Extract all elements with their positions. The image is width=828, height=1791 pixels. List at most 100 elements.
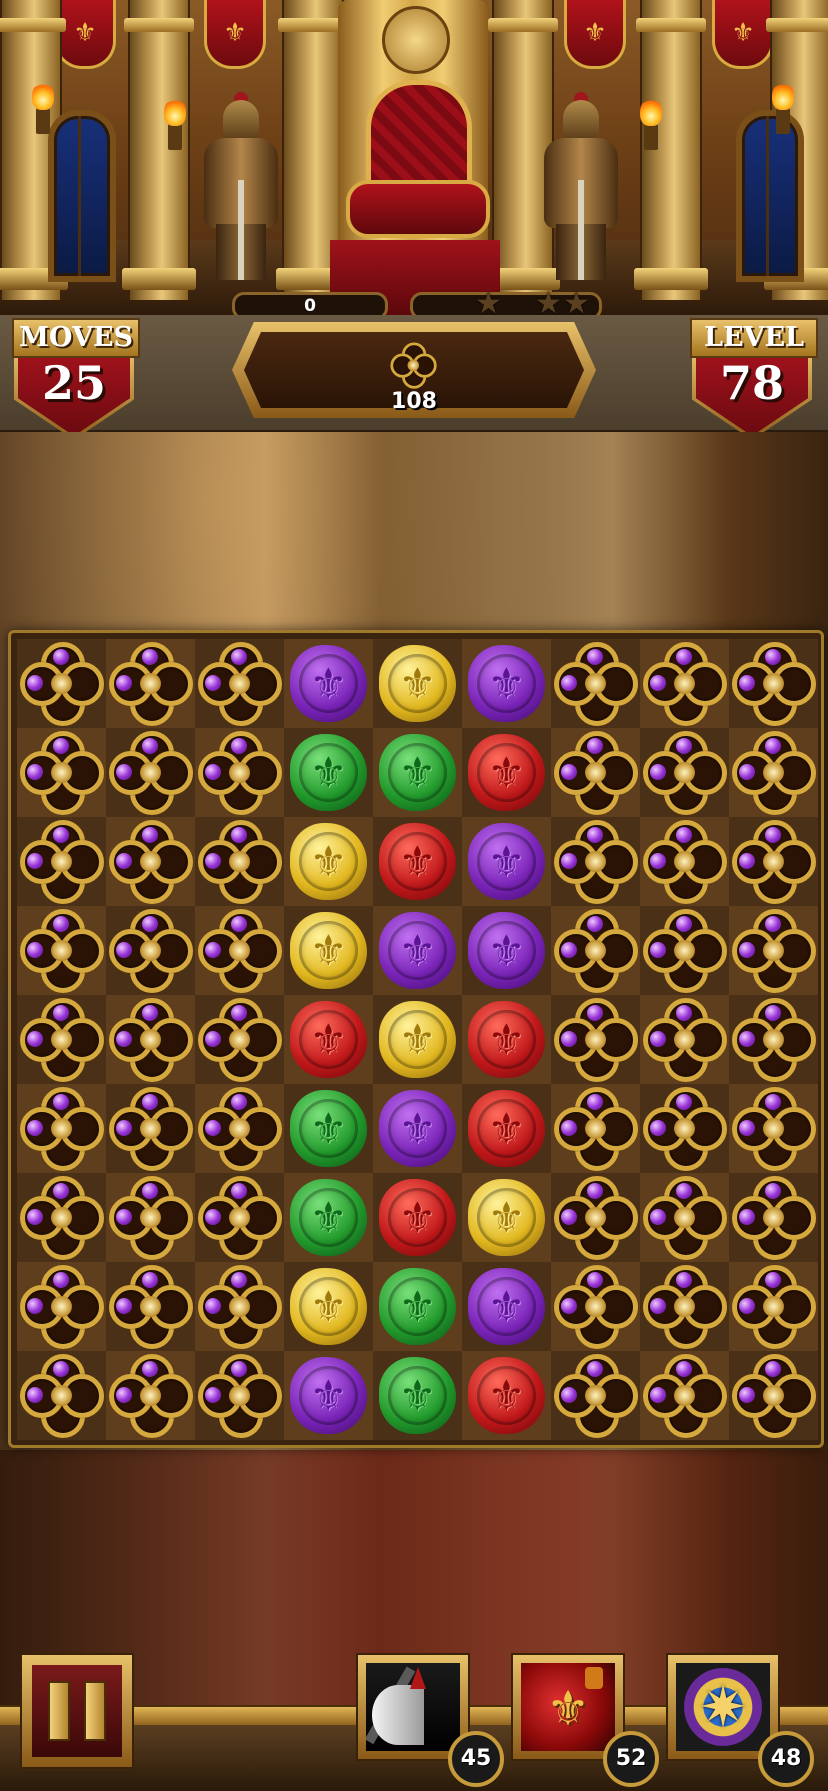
board-cell[interactable] (17, 728, 106, 817)
board-cell[interactable]: ⚜ (373, 1351, 462, 1440)
board-cell[interactable]: ⚜ (373, 906, 462, 995)
board-cell[interactable] (551, 1351, 640, 1440)
board-cell[interactable] (551, 1262, 640, 1351)
board-cell[interactable] (640, 995, 729, 1084)
board-cell[interactable] (729, 1262, 818, 1351)
board-cell[interactable] (106, 1351, 195, 1440)
gold-rosette-blocker-icon (109, 909, 193, 993)
board-cell[interactable]: ⚜ (462, 728, 551, 817)
gold-rosette-blocker-icon (643, 642, 727, 726)
board-cell[interactable] (640, 728, 729, 817)
board-cell[interactable]: ⚜ (462, 1262, 551, 1351)
green-seal-icon: ⚜ (290, 1090, 367, 1167)
board-cell[interactable]: ⚜ (373, 1173, 462, 1262)
board-cell[interactable] (729, 639, 818, 728)
board-cell[interactable]: ⚜ (373, 1262, 462, 1351)
board-cell[interactable] (17, 995, 106, 1084)
board-cell[interactable]: ⚜ (462, 995, 551, 1084)
board-cell[interactable] (17, 639, 106, 728)
board-cell[interactable] (729, 728, 818, 817)
board-cell[interactable] (17, 817, 106, 906)
board-cell[interactable]: ⚜ (373, 639, 462, 728)
board-cell[interactable]: ⚜ (462, 1351, 551, 1440)
board-cell[interactable] (106, 639, 195, 728)
board-cell[interactable] (729, 995, 818, 1084)
board-cell[interactable]: ⚜ (462, 817, 551, 906)
board-cell[interactable] (551, 728, 640, 817)
board-cell[interactable] (640, 906, 729, 995)
board-cell[interactable] (195, 1084, 284, 1173)
board-cell[interactable] (640, 1351, 729, 1440)
board-cell[interactable] (106, 1084, 195, 1173)
board-cell[interactable]: ⚜ (284, 995, 373, 1084)
board-cell[interactable] (17, 906, 106, 995)
board-cell[interactable] (551, 639, 640, 728)
board-cell[interactable] (640, 1173, 729, 1262)
gold-rosette-blocker-icon (109, 820, 193, 904)
board-cell[interactable]: ⚜ (284, 1262, 373, 1351)
board-cell[interactable] (195, 817, 284, 906)
board-cell[interactable] (640, 1262, 729, 1351)
board-cell[interactable]: ⚜ (462, 1173, 551, 1262)
green-seal-icon: ⚜ (290, 734, 367, 811)
board-cell[interactable] (17, 1084, 106, 1173)
board-cell[interactable] (729, 906, 818, 995)
board-cell[interactable] (195, 639, 284, 728)
board-cell[interactable] (106, 906, 195, 995)
board-cell[interactable]: ⚜ (373, 817, 462, 906)
board-cell[interactable]: ⚜ (284, 639, 373, 728)
board-cell[interactable] (106, 728, 195, 817)
board-cell[interactable] (551, 817, 640, 906)
board-cell[interactable] (640, 639, 729, 728)
board-cell[interactable] (106, 1262, 195, 1351)
star-icon: ★ (563, 286, 590, 316)
fleur-bomb-icon: ⚜ (521, 1663, 615, 1751)
gold-rosette-blocker-icon (732, 1265, 816, 1349)
board-cell[interactable]: ⚜ (284, 728, 373, 817)
board-cell[interactable]: ⚜ (462, 1084, 551, 1173)
board-cell[interactable]: ⚜ (284, 1351, 373, 1440)
board-cell[interactable] (195, 1351, 284, 1440)
board-cell[interactable] (106, 995, 195, 1084)
board-cell[interactable] (195, 995, 284, 1084)
gold-rosette-blocker-icon (198, 820, 282, 904)
board-cell[interactable] (729, 1351, 818, 1440)
board-cell[interactable]: ⚜ (373, 995, 462, 1084)
gold-rosette-blocker-icon (20, 642, 104, 726)
board-cell[interactable]: ⚜ (284, 906, 373, 995)
board-cell[interactable]: ⚜ (373, 1084, 462, 1173)
board-cell[interactable] (195, 728, 284, 817)
gold-rosette-blocker-icon (554, 1176, 638, 1260)
board-cell[interactable] (17, 1351, 106, 1440)
board-cell[interactable] (195, 906, 284, 995)
board-cell[interactable] (551, 1084, 640, 1173)
green-seal-icon: ⚜ (290, 1179, 367, 1256)
gold-rosette-blocker-icon (732, 909, 816, 993)
star-icon: ★ (535, 286, 562, 316)
gold-rosette-blocker-icon (198, 1265, 282, 1349)
board-cell[interactable] (195, 1262, 284, 1351)
board-cell[interactable]: ⚜ (462, 906, 551, 995)
board-cell[interactable] (551, 995, 640, 1084)
purple-seal-icon: ⚜ (468, 1268, 545, 1345)
board-cell[interactable] (729, 1084, 818, 1173)
board-cell[interactable]: ⚜ (284, 1084, 373, 1173)
board-cell[interactable] (195, 1173, 284, 1262)
board-cell[interactable] (106, 1173, 195, 1262)
board-cell[interactable]: ⚜ (373, 728, 462, 817)
board-cell[interactable] (551, 1173, 640, 1262)
board-cell[interactable]: ⚜ (284, 1173, 373, 1262)
pause-button[interactable] (20, 1653, 134, 1769)
gold-rosette-blocker-icon (643, 998, 727, 1082)
board-cell[interactable] (729, 1173, 818, 1262)
board-cell[interactable]: ⚜ (462, 639, 551, 728)
board-cell[interactable] (17, 1262, 106, 1351)
board-cell[interactable]: ⚜ (284, 817, 373, 906)
board-cell[interactable] (729, 817, 818, 906)
board-cell[interactable] (106, 817, 195, 906)
board-cell[interactable] (640, 817, 729, 906)
board-cell[interactable] (640, 1084, 729, 1173)
gold-rosette-blocker-icon (554, 1354, 638, 1438)
board-cell[interactable] (551, 906, 640, 995)
board-cell[interactable] (17, 1173, 106, 1262)
